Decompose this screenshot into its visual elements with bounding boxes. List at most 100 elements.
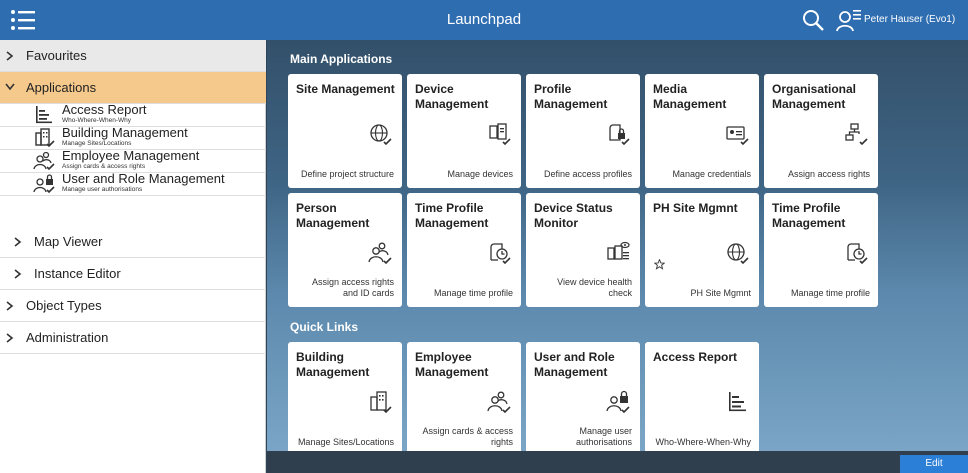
sidebar-app-building-management[interactable]: Building Management Manage Sites/Locatio… (0, 125, 266, 150)
tile-organisational-management[interactable]: Organisational Management Assign access … (764, 74, 878, 188)
tile-subtitle: Who-Where-When-Why (655, 437, 751, 447)
section-title-quick-links: Quick Links (290, 320, 359, 334)
sidebar-app-title: Employee Management (62, 148, 200, 163)
employee-management-icon (33, 151, 55, 171)
sidebar-app-employee-management[interactable]: Employee Management Assign cards & acces… (0, 148, 266, 173)
menu-list-icon[interactable] (10, 8, 36, 32)
tile-title: PH Site Mgmnt (653, 201, 738, 215)
device-status-icon (606, 241, 630, 265)
tile-subtitle: Assign access rights and ID cards (311, 277, 394, 298)
tile-title: Time Profile Management (415, 201, 489, 230)
main-content: Main Applications Site Management Define… (267, 40, 968, 451)
sidebar-item-applications[interactable]: Applications (0, 72, 266, 104)
tile-title: Building Management (296, 350, 370, 379)
tile-subtitle: Manage user authorisations (575, 426, 632, 447)
tile-device-management[interactable]: Device Management Manage devices (407, 74, 521, 188)
chevron-right-icon (6, 290, 16, 322)
tile-title: Access Report (653, 350, 738, 364)
tile-title: Employee Management (415, 350, 489, 379)
sidebar-item-object-types[interactable]: Object Types (0, 290, 266, 322)
tile-title: Person Management (296, 201, 370, 230)
tile-title: User and Role Management (534, 350, 615, 379)
quick-link-user-role-management[interactable]: User and Role Management Manage user aut… (526, 342, 640, 451)
access-report-icon (33, 105, 55, 125)
search-icon[interactable] (801, 8, 825, 32)
sidebar-item-map-viewer[interactable]: Map Viewer (0, 226, 266, 258)
quick-link-building-management[interactable]: Building Management Manage Sites/Locatio… (288, 342, 402, 451)
time-profile-icon (487, 241, 511, 265)
tile-subtitle: Manage time profile (790, 288, 870, 298)
persons-check-icon (368, 241, 392, 265)
quick-link-access-report[interactable]: Access Report Who-Where-When-Why (645, 342, 759, 451)
section-title-main-applications: Main Applications (290, 52, 393, 66)
sidebar-app-subtitle: Manage user authorisations (62, 186, 143, 193)
user-role-management-icon (33, 174, 55, 194)
globe-check-icon (725, 241, 749, 265)
sidebar-item-label: Favourites (26, 48, 87, 63)
sidebar-item-label: Instance Editor (34, 266, 121, 281)
tile-title: Profile Management (534, 82, 608, 111)
tile-time-profile-management[interactable]: Time Profile Management Manage time prof… (407, 193, 521, 307)
tile-subtitle: Define access profiles (543, 169, 632, 179)
tile-title: Site Management (296, 82, 395, 96)
tile-subtitle: View device health check (557, 277, 632, 298)
tile-title: Media Management (653, 82, 727, 111)
user-settings-icon[interactable] (836, 8, 862, 32)
star-outline-icon[interactable] (653, 258, 666, 270)
user-role-management-icon (606, 390, 630, 414)
tile-subtitle: Manage time profile (433, 288, 513, 298)
sidebar-item-label: Administration (26, 330, 109, 345)
sidebar-app-subtitle: Assign cards & access rights (62, 163, 146, 170)
tile-title: Device Management (415, 82, 489, 111)
tile-subtitle: Assign cards & access rights (422, 426, 513, 447)
tile-site-management[interactable]: Site Management Define project structure (288, 74, 402, 188)
tile-title: Organisational Management (772, 82, 857, 111)
sidebar-app-title: User and Role Management (62, 171, 225, 186)
profile-lock-icon (606, 122, 630, 146)
sidebar-item-label: Object Types (26, 298, 102, 313)
tile-subtitle: Manage Sites/Locations (297, 437, 394, 447)
tile-media-management[interactable]: Media Management Manage credentials (645, 74, 759, 188)
sidebar-item-administration[interactable]: Administration (0, 322, 266, 354)
globe-check-icon (368, 122, 392, 146)
tile-profile-management[interactable]: Profile Management Define access profile… (526, 74, 640, 188)
footer-bar: Edit (267, 451, 968, 473)
tile-title: Device Status Monitor (534, 201, 613, 230)
sidebar-app-subtitle: Who-Where-When-Why (62, 117, 131, 124)
org-chart-icon (844, 122, 868, 146)
tile-ph-site-mgmnt[interactable]: PH Site Mgmnt PH Site Mgmnt (645, 193, 759, 307)
sidebar-app-title: Access Report (62, 102, 147, 117)
tile-time-profile-management-2[interactable]: Time Profile Management Manage time prof… (764, 193, 878, 307)
sidebar-item-label: Applications (26, 80, 97, 95)
time-profile-icon (844, 241, 868, 265)
chevron-right-icon (6, 40, 16, 72)
device-manage-icon (487, 122, 511, 146)
credential-card-icon (725, 122, 749, 146)
chevron-right-icon (14, 258, 24, 290)
tile-subtitle: Manage devices (447, 169, 513, 179)
sidebar-item-instance-editor[interactable]: Instance Editor (0, 258, 266, 290)
user-name[interactable]: Peter Hauser (Evo1) (864, 0, 955, 40)
tile-person-management[interactable]: Person Management Assign access rights a… (288, 193, 402, 307)
app-header: Launchpad Peter Hauser (Evo1) (0, 0, 968, 40)
edit-button[interactable]: Edit (900, 455, 968, 473)
tile-subtitle: Manage credentials (672, 169, 751, 179)
chevron-down-icon (5, 72, 15, 104)
sidebar-item-label: Map Viewer (34, 234, 103, 249)
tile-subtitle: Assign access rights (787, 169, 870, 179)
tile-title: Time Profile Management (772, 201, 846, 230)
tile-device-status-monitor[interactable]: Device Status Monitor View device health… (526, 193, 640, 307)
persons-check-icon (487, 390, 511, 414)
sidebar-app-title: Building Management (62, 125, 188, 140)
sidebar: Favourites Applications Access Report Wh… (0, 40, 266, 473)
sidebar-app-user-role-management[interactable]: User and Role Management Manage user aut… (0, 171, 266, 196)
building-management-icon (33, 128, 55, 148)
access-report-icon (725, 390, 749, 414)
building-management-icon (368, 390, 392, 414)
sidebar-item-favourites[interactable]: Favourites (0, 40, 266, 72)
quick-link-employee-management[interactable]: Employee Management Assign cards & acces… (407, 342, 521, 451)
chevron-right-icon (14, 226, 24, 258)
tile-subtitle: PH Site Mgmnt (690, 288, 751, 298)
sidebar-app-subtitle: Manage Sites/Locations (62, 140, 132, 147)
sidebar-app-access-report[interactable]: Access Report Who-Where-When-Why (0, 102, 266, 127)
